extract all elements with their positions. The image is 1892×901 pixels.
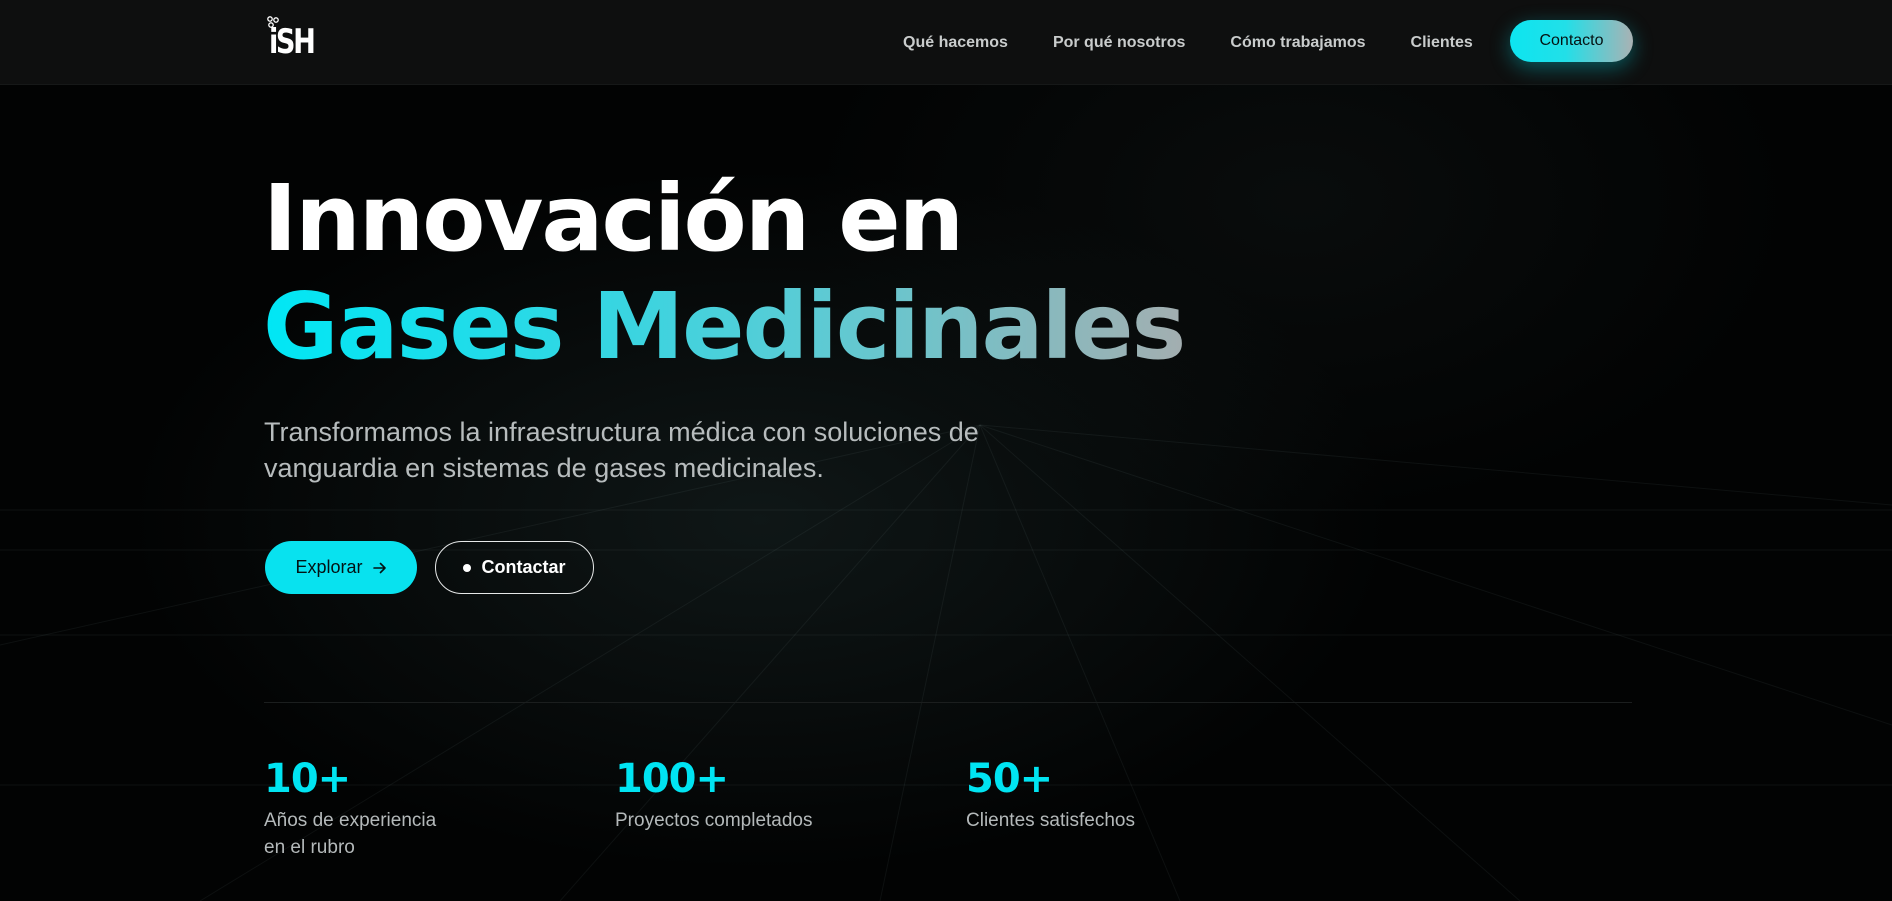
explorar-button-label: Explorar (295, 557, 363, 577)
nav-link-como-trabajamos[interactable]: Cómo trabajamos (1230, 34, 1365, 52)
logo-text: iSH (269, 22, 316, 62)
main-nav: Qué hacemos Por qué nosotros Cómo trabaj… (903, 0, 1518, 85)
contacto-button[interactable]: Contacto (1510, 20, 1633, 62)
stat-value: 10+ (264, 756, 351, 802)
stat-experience: 10+ Años de experiencia en el rubro (264, 755, 454, 861)
contactar-button-label: Contactar (481, 557, 566, 577)
stat-projects: 100+ Proyectos completados (615, 755, 875, 834)
landing-page: iSH Qué hacemos Por qué nosotros Cómo tr… (0, 0, 1892, 901)
stat-label: Clientes satisfechos (966, 810, 1135, 831)
nav-link-que-hacemos[interactable]: Qué hacemos (903, 34, 1008, 52)
stat-label: Años de experiencia en el rubro (264, 810, 437, 858)
stats-divider (264, 702, 1632, 703)
stat-value: 50+ (966, 756, 1053, 802)
explorar-button[interactable]: Explorar (265, 541, 417, 594)
nav-link-por-que-nosotros[interactable]: Por qué nosotros (1053, 34, 1185, 52)
nav-link-clientes[interactable]: Clientes (1411, 34, 1473, 52)
brand-logo[interactable]: iSH (267, 16, 317, 62)
stat-label: Proyectos completados (615, 810, 813, 831)
contactar-button[interactable]: Contactar (435, 541, 594, 594)
hero-subtitle: Transformamos la infraestructura médica … (264, 417, 979, 483)
hero-title-line1: Innovación en (263, 165, 964, 272)
hero-title-line2: Gases Medicinales (263, 273, 1186, 380)
stat-clients: 50+ Clientes satisfechos (966, 755, 1226, 834)
top-navbar: iSH Qué hacemos Por qué nosotros Cómo tr… (0, 0, 1892, 85)
arrow-right-icon (372, 562, 386, 573)
dot-icon (463, 563, 472, 572)
stat-value: 100+ (615, 756, 729, 802)
